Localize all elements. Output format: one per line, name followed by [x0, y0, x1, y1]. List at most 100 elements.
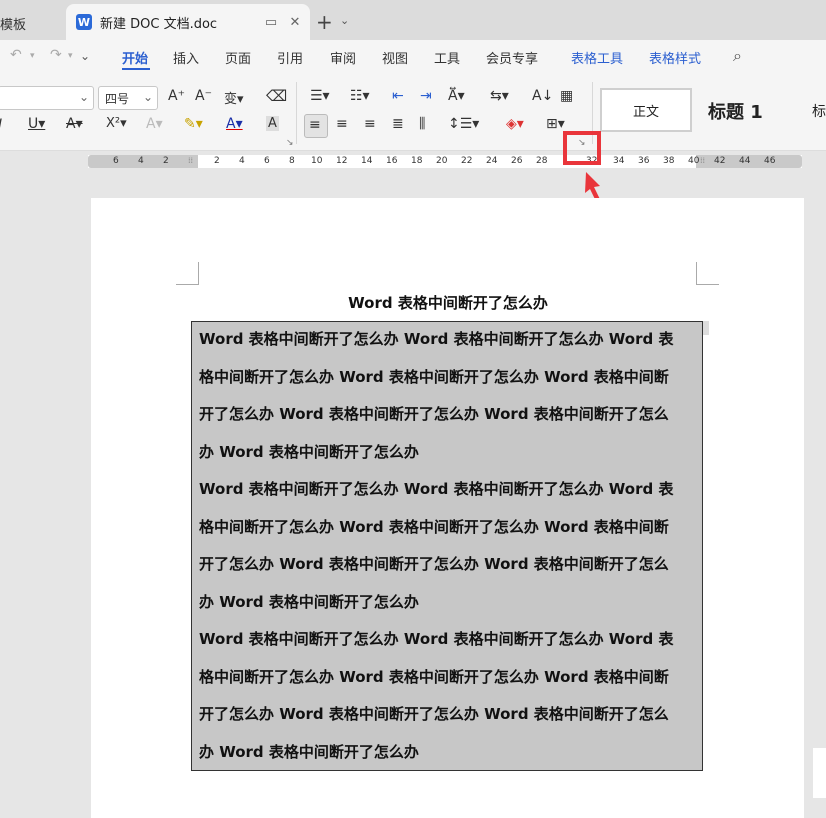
font-family-select[interactable]: ⌄: [0, 86, 94, 110]
align-left-button[interactable]: ≡: [304, 114, 328, 138]
word-doc-icon: W: [76, 14, 92, 30]
text-line: 办 Word 表格中间断开了怎么办: [199, 592, 419, 611]
align-left-icon: ≡: [309, 117, 321, 133]
chevron-down-icon[interactable]: ▾: [68, 51, 73, 61]
ruler-tick: 38: [663, 156, 675, 166]
menu-insert[interactable]: 插入: [173, 48, 199, 67]
new-tab-button[interactable]: +: [316, 10, 333, 34]
ruler-tick: 18: [411, 156, 423, 166]
menu-review[interactable]: 审阅: [330, 48, 356, 67]
font-size-value: 四号: [105, 92, 130, 106]
align-right-icon[interactable]: ≡: [364, 116, 376, 132]
underline-icon[interactable]: U▾: [28, 116, 45, 132]
superscript-icon[interactable]: X²▾: [106, 116, 127, 131]
ruler-tick: 26: [511, 156, 523, 166]
redo-icon[interactable]: ↷: [50, 47, 62, 63]
document-title[interactable]: Word 表格中间断开了怎么办: [192, 292, 704, 313]
clear-format-icon[interactable]: ⌫: [266, 87, 287, 105]
shrink-font-icon[interactable]: A⁻: [195, 88, 212, 104]
ruler-tick: 4: [239, 156, 245, 166]
menu-reference[interactable]: 引用: [277, 48, 303, 67]
ruler-tick: 24: [486, 156, 498, 166]
ruler-tick: 40: [688, 156, 700, 166]
ruler-marker-icon[interactable]: ⁞⁞: [188, 156, 193, 165]
highlight-icon[interactable]: ✎▾: [184, 116, 203, 132]
sort-icon[interactable]: ⇆▾: [490, 88, 509, 104]
text-line: 开了怎么办 Word 表格中间断开了怎么办 Word 表格中间断开了怎么: [199, 555, 669, 573]
style-normal[interactable]: 正文: [600, 88, 692, 132]
tab-templates[interactable]: 模板: [0, 6, 64, 40]
borders-icon[interactable]: ⊞▾: [546, 116, 565, 132]
style-heading-2[interactable]: 标: [812, 101, 826, 121]
ruler-tick: 2: [214, 156, 220, 166]
chevron-down-icon: ⌄: [79, 90, 90, 104]
char-shading-icon[interactable]: A: [266, 116, 279, 131]
quick-access-more-icon[interactable]: ⌄: [80, 49, 90, 63]
ruler-tick: 28: [536, 156, 548, 166]
ruler-tick: 12: [336, 156, 348, 166]
text-line: Word 表格中间断开了怎么办 Word 表格中间断开了怎么办 Word 表: [199, 330, 674, 348]
table-resize-handle[interactable]: [703, 321, 709, 335]
ruler-tick: 10: [311, 156, 323, 166]
shading-icon[interactable]: ◈▾: [506, 116, 524, 132]
undo-icon[interactable]: ↶: [10, 47, 22, 63]
line-spacing-icon[interactable]: ↕☰▾: [448, 116, 479, 132]
menu-table-style[interactable]: 表格样式: [649, 48, 701, 67]
style-heading-1[interactable]: 标题 1: [708, 98, 763, 124]
window-float-icon[interactable]: ▭: [262, 15, 280, 30]
text-line: 格中间断开了怎么办 Word 表格中间断开了怎么办 Word 表格中间断: [199, 517, 669, 536]
ruler-tick: 46: [764, 156, 776, 166]
show-marks-icon[interactable]: ▦: [560, 88, 573, 104]
phonetic-guide-icon[interactable]: 变▾: [224, 88, 244, 107]
strikethrough-icon[interactable]: A▾: [66, 116, 83, 132]
numbered-list-icon[interactable]: ☷▾: [350, 88, 370, 104]
menu-home[interactable]: 开始: [122, 48, 148, 67]
ruler-tick: 8: [289, 156, 295, 166]
menu-table-tools[interactable]: 表格工具: [571, 48, 623, 67]
font-dialog-launcher-icon[interactable]: ↘: [286, 138, 294, 148]
ribbon-separator: [296, 82, 297, 144]
search-icon[interactable]: ⌕: [733, 46, 742, 66]
distributed-align-icon[interactable]: ⫼: [419, 116, 425, 132]
sort-az-icon[interactable]: A↓: [532, 88, 553, 104]
align-center-icon[interactable]: ≡: [336, 116, 348, 132]
table-paragraph[interactable]: Word 表格中间断开了怎么办 Word 表格中间断开了怎么办 Word 表 格…: [199, 621, 699, 771]
chevron-down-icon: ⌄: [143, 90, 154, 104]
text-line: Word 表格中间断开了怎么办 Word 表格中间断开了怎么办 Word 表: [199, 480, 674, 498]
ruler-tick: 34: [613, 156, 625, 166]
bullet-list-icon[interactable]: ☰▾: [310, 88, 330, 104]
ruler-tick: 44: [739, 156, 751, 166]
ruler-tick: 4: [138, 156, 144, 166]
justify-icon[interactable]: ≣: [392, 116, 404, 132]
italic-icon[interactable]: I: [0, 117, 2, 133]
chevron-down-icon[interactable]: ▾: [30, 51, 35, 61]
menu-page[interactable]: 页面: [225, 48, 251, 67]
ruler-marker-icon[interactable]: ⁞⁞: [700, 156, 705, 165]
grow-font-icon[interactable]: A⁺: [168, 88, 185, 104]
active-menu-indicator: [122, 68, 150, 70]
text-line: 格中间断开了怎么办 Word 表格中间断开了怎么办 Word 表格中间断: [199, 667, 669, 686]
tab-document[interactable]: W 新建 DOC 文档.doc ▭ ✕: [66, 4, 310, 40]
font-color-icon[interactable]: A▾: [226, 116, 243, 132]
ruler-tick: 2: [163, 156, 169, 166]
table-paragraph[interactable]: Word 表格中间断开了怎么办 Word 表格中间断开了怎么办 Word 表 格…: [199, 321, 699, 471]
menu-tools[interactable]: 工具: [434, 48, 460, 67]
decrease-indent-icon[interactable]: ⇤: [392, 88, 404, 104]
tab-templates-label: 模板: [0, 17, 27, 33]
ruler-tick: 14: [361, 156, 373, 166]
text-direction-icon[interactable]: A⃡▾: [448, 88, 465, 104]
highlight-box: [563, 131, 601, 165]
increase-indent-icon[interactable]: ⇥: [420, 88, 432, 104]
side-panel-button[interactable]: [813, 748, 826, 798]
menu-member[interactable]: 会员专享: [486, 48, 538, 67]
ruler-tick: 16: [386, 156, 398, 166]
close-icon[interactable]: ✕: [286, 15, 304, 30]
font-size-select[interactable]: 四号 ⌄: [98, 86, 158, 110]
text-line: 开了怎么办 Word 表格中间断开了怎么办 Word 表格中间断开了怎么: [199, 405, 669, 423]
text-effect-icon[interactable]: A▾: [146, 116, 163, 132]
ruler-tick: 6: [113, 156, 119, 166]
ruler-tick: 36: [638, 156, 650, 166]
table-paragraph[interactable]: Word 表格中间断开了怎么办 Word 表格中间断开了怎么办 Word 表 格…: [199, 471, 699, 621]
chevron-down-icon[interactable]: ⌄: [340, 14, 349, 27]
menu-view[interactable]: 视图: [382, 48, 408, 67]
